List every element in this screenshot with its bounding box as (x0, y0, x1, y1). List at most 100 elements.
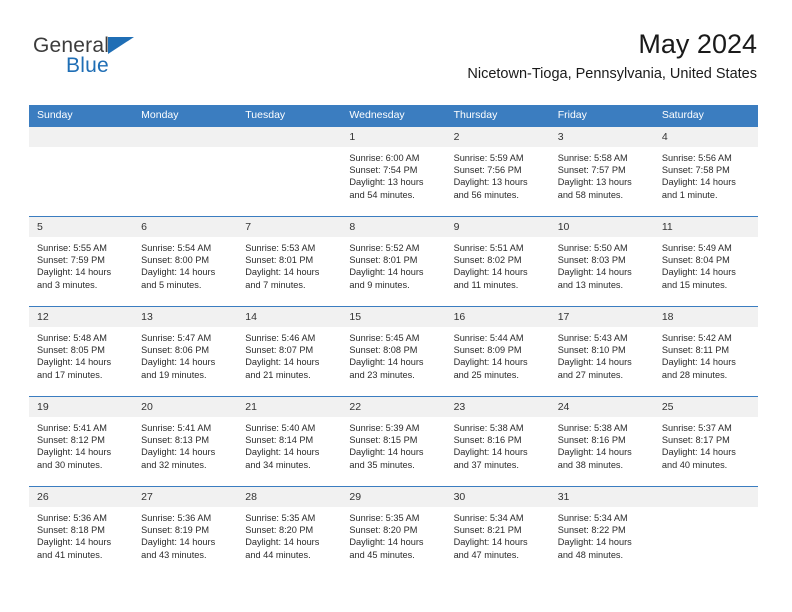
calendar-page: General Blue May 2024 Nicetown-Tioga, Pe… (0, 0, 792, 612)
daylight-text: and 19 minutes. (141, 369, 207, 380)
daylight-text: and 11 minutes. (453, 279, 519, 290)
calendar-day-cell[interactable]: 17 Sunrise: 5:43 AM Sunset: 8:10 PM Dayligh… (549, 306, 654, 397)
weekday-header-friday: Friday (549, 105, 654, 127)
daylight-text: and 38 minutes. (557, 459, 624, 470)
day-details: Sunrise: 5:36 AM Sunset: 8:18 PM Daylight:… (29, 507, 133, 561)
sunset-text: Sunset: 8:05 PM (37, 345, 105, 356)
daylight-text: and 35 minutes. (349, 459, 415, 470)
calendar-day-cell[interactable]: 15 Sunrise: 5:45 AM Sunset: 8:08 PM Dayligh… (341, 306, 446, 397)
day-details: Sunrise: 5:51 AM Sunset: 8:02 PM Daylight:… (446, 237, 550, 291)
calendar-day-cell[interactable]: 12 Sunrise: 5:48 AM Sunset: 8:05 PM Dayligh… (29, 306, 134, 397)
day-cell-inner: 25 Sunrise: 5:37 AM Sunset: 8:17 PM Dayligh… (653, 397, 758, 486)
daylight-text: and 25 minutes. (453, 369, 519, 380)
daylight-text: and 43 minutes. (141, 549, 207, 560)
sunset-text: Sunset: 8:15 PM (349, 435, 418, 446)
title-block: May 2024 Nicetown-Tioga, Pennsylvania, U… (467, 28, 757, 83)
calendar-day-cell[interactable]: 16 Sunrise: 5:44 AM Sunset: 8:09 PM Dayligh… (445, 306, 550, 397)
calendar-day-cell[interactable]: 25 Sunrise: 5:37 AM Sunset: 8:17 PM Dayligh… (653, 396, 758, 487)
day-cell-inner (653, 487, 758, 576)
daylight-text: Daylight: 14 hours (245, 447, 320, 458)
daylight-text: and 7 minutes. (245, 279, 306, 290)
daylight-text: Daylight: 14 hours (349, 267, 424, 278)
calendar-day-cell[interactable]: 29 Sunrise: 5:35 AM Sunset: 8:20 PM Dayligh… (341, 486, 446, 576)
brand-logo[interactable]: General Blue (33, 34, 233, 90)
calendar-day-cell[interactable]: 27 Sunrise: 5:36 AM Sunset: 8:19 PM Dayligh… (133, 486, 238, 576)
daylight-text: Daylight: 14 hours (557, 267, 632, 278)
calendar-day-cell[interactable]: 28 Sunrise: 5:35 AM Sunset: 8:20 PM Dayligh… (237, 486, 342, 576)
sunset-text: Sunset: 8:20 PM (245, 525, 314, 536)
daylight-text: and 54 minutes. (349, 189, 415, 200)
calendar-day-cell[interactable]: 3 Sunrise: 5:58 AM Sunset: 7:57 PM Daylight… (549, 126, 654, 217)
daylight-text: Daylight: 14 hours (245, 267, 320, 278)
calendar-day-cell[interactable]: 30 Sunrise: 5:34 AM Sunset: 8:21 PM Dayligh… (445, 486, 550, 576)
sunrise-text: Sunrise: 5:54 AM (141, 243, 212, 253)
sunrise-text: Sunrise: 5:34 AM (557, 513, 628, 523)
triangle-icon (108, 37, 134, 54)
calendar-day-cell[interactable]: 8 Sunrise: 5:52 AM Sunset: 8:01 PM Daylight… (341, 216, 446, 307)
sunset-text: Sunset: 8:14 PM (245, 435, 314, 446)
daylight-text: Daylight: 14 hours (453, 447, 528, 458)
calendar-day-cell[interactable]: 20 Sunrise: 5:41 AM Sunset: 8:13 PM Dayligh… (133, 396, 238, 487)
sunrise-text: Sunrise: 5:41 AM (141, 423, 212, 433)
calendar-day-cell[interactable]: 4 Sunrise: 5:56 AM Sunset: 7:58 PM Daylight… (653, 126, 758, 217)
daylight-text: Daylight: 13 hours (557, 177, 632, 188)
day-details: Sunrise: 5:44 AM Sunset: 8:09 PM Daylight:… (446, 327, 550, 381)
calendar-day-cell[interactable]: 13 Sunrise: 5:47 AM Sunset: 8:06 PM Dayligh… (133, 306, 238, 397)
calendar-day-cell[interactable]: 7 Sunrise: 5:53 AM Sunset: 8:01 PM Daylight… (237, 216, 342, 307)
day-cell-inner: 6 Sunrise: 5:54 AM Sunset: 8:00 PM Daylight… (133, 217, 238, 306)
sunset-text: Sunset: 8:09 PM (453, 345, 522, 356)
calendar-day-cell[interactable]: 24 Sunrise: 5:38 AM Sunset: 8:16 PM Dayligh… (549, 396, 654, 487)
daylight-text: Daylight: 14 hours (349, 537, 424, 548)
day-number: 23 (445, 397, 550, 417)
daylight-text: and 5 minutes. (141, 279, 202, 290)
day-details: Sunrise: 5:41 AM Sunset: 8:12 PM Daylight:… (29, 417, 133, 471)
calendar-day-cell[interactable]: 31 Sunrise: 5:34 AM Sunset: 8:22 PM Dayligh… (549, 486, 654, 576)
sunset-text: Sunset: 7:57 PM (557, 165, 626, 176)
calendar-day-cell[interactable]: 14 Sunrise: 5:46 AM Sunset: 8:07 PM Dayligh… (237, 306, 342, 397)
day-number (653, 487, 758, 507)
sunrise-text: Sunrise: 5:37 AM (661, 423, 732, 433)
sunrise-text: Sunrise: 5:42 AM (661, 333, 732, 343)
calendar-day-cell[interactable]: 22 Sunrise: 5:39 AM Sunset: 8:15 PM Dayligh… (341, 396, 446, 487)
day-number: 28 (237, 487, 342, 507)
day-details: Sunrise: 5:39 AM Sunset: 8:15 PM Daylight:… (341, 417, 445, 471)
calendar-day-cell[interactable]: 19 Sunrise: 5:41 AM Sunset: 8:12 PM Dayligh… (29, 396, 134, 487)
day-details: Sunrise: 5:46 AM Sunset: 8:07 PM Daylight:… (237, 327, 341, 381)
calendar-day-cell[interactable]: 2 Sunrise: 5:59 AM Sunset: 7:56 PM Daylight… (445, 126, 550, 217)
day-number: 11 (653, 217, 758, 237)
sunset-text: Sunset: 8:22 PM (557, 525, 626, 536)
daylight-text: Daylight: 14 hours (349, 357, 424, 368)
calendar-day-cell[interactable]: 10 Sunrise: 5:50 AM Sunset: 8:03 PM Dayligh… (549, 216, 654, 307)
day-details: Sunrise: 5:40 AM Sunset: 8:14 PM Daylight:… (237, 417, 341, 471)
day-cell-inner: 18 Sunrise: 5:42 AM Sunset: 8:11 PM Dayligh… (653, 307, 758, 396)
sunrise-text: Sunrise: 5:35 AM (349, 513, 420, 523)
day-number: 14 (237, 307, 342, 327)
sunrise-text: Sunrise: 5:46 AM (245, 333, 316, 343)
calendar-day-cell[interactable]: 6 Sunrise: 5:54 AM Sunset: 8:00 PM Daylight… (133, 216, 238, 307)
calendar-day-cell-empty (237, 126, 342, 217)
sunset-text: Sunset: 7:56 PM (453, 165, 522, 176)
calendar-day-cell[interactable]: 21 Sunrise: 5:40 AM Sunset: 8:14 PM Dayligh… (237, 396, 342, 487)
calendar-day-cell[interactable]: 1 Sunrise: 6:00 AM Sunset: 7:54 PM Daylight… (341, 126, 446, 217)
day-details: Sunrise: 5:48 AM Sunset: 8:05 PM Daylight:… (29, 327, 133, 381)
calendar-day-cell[interactable]: 26 Sunrise: 5:36 AM Sunset: 8:18 PM Dayligh… (29, 486, 134, 576)
day-cell-inner: 30 Sunrise: 5:34 AM Sunset: 8:21 PM Dayligh… (445, 487, 550, 576)
daylight-text: Daylight: 14 hours (661, 177, 736, 188)
calendar-day-cell[interactable]: 11 Sunrise: 5:49 AM Sunset: 8:04 PM Dayligh… (653, 216, 758, 307)
daylight-text: and 27 minutes. (557, 369, 624, 380)
calendar-day-cell[interactable]: 18 Sunrise: 5:42 AM Sunset: 8:11 PM Dayligh… (653, 306, 758, 397)
day-details: Sunrise: 5:41 AM Sunset: 8:13 PM Daylight:… (133, 417, 237, 471)
daylight-text: and 17 minutes. (37, 369, 103, 380)
day-cell-inner (133, 127, 238, 216)
day-number: 27 (133, 487, 238, 507)
day-cell-inner: 28 Sunrise: 5:35 AM Sunset: 8:20 PM Dayligh… (237, 487, 342, 576)
calendar-day-cell[interactable]: 5 Sunrise: 5:55 AM Sunset: 7:59 PM Daylight… (29, 216, 134, 307)
calendar-day-cell[interactable]: 23 Sunrise: 5:38 AM Sunset: 8:16 PM Dayligh… (445, 396, 550, 487)
calendar-day-cell[interactable]: 9 Sunrise: 5:51 AM Sunset: 8:02 PM Daylight… (445, 216, 550, 307)
day-cell-inner (29, 127, 134, 216)
sunset-text: Sunset: 8:04 PM (661, 255, 730, 266)
day-details: Sunrise: 5:52 AM Sunset: 8:01 PM Daylight:… (341, 237, 445, 291)
day-number: 8 (341, 217, 446, 237)
calendar-week-row: 26 Sunrise: 5:36 AM Sunset: 8:18 PM Dayligh… (29, 486, 758, 576)
day-details: Sunrise: 5:55 AM Sunset: 7:59 PM Daylight:… (29, 237, 133, 291)
